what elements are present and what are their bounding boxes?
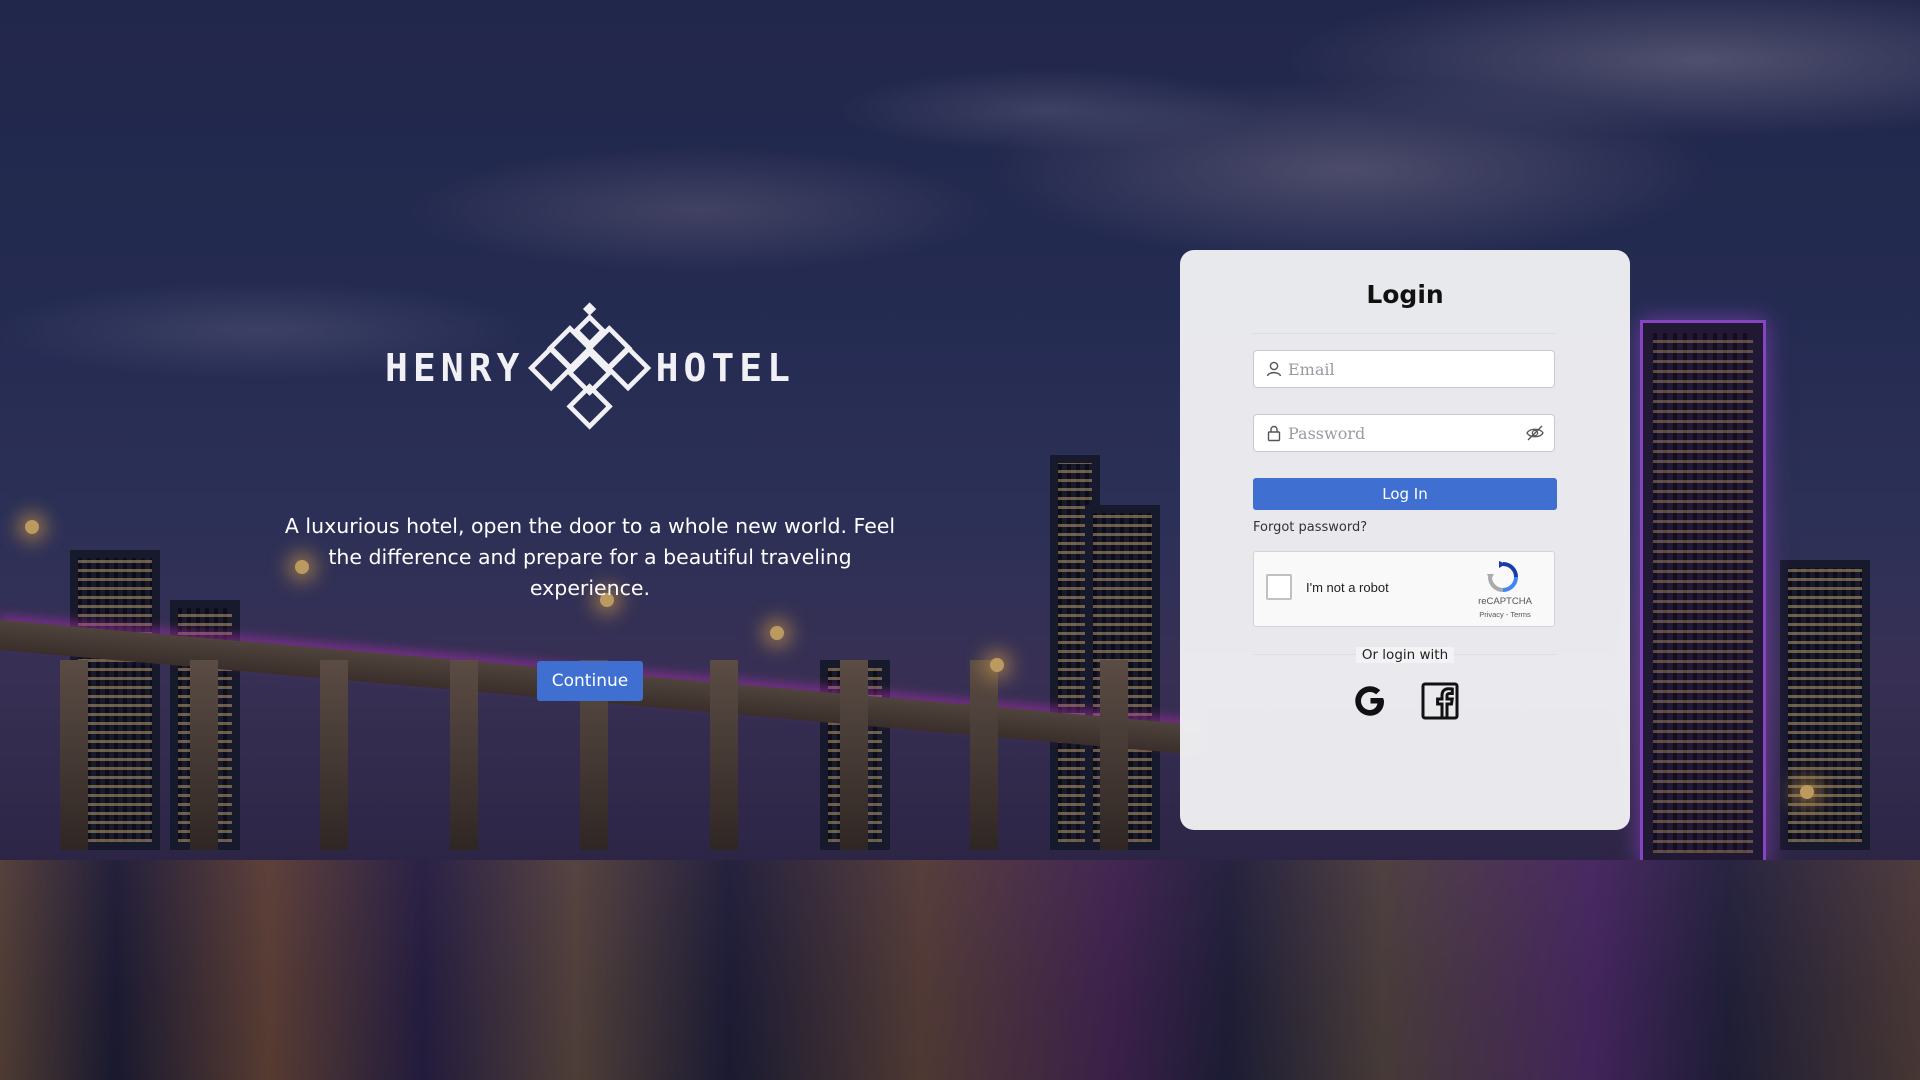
password-field[interactable]	[1253, 414, 1555, 452]
facebook-icon[interactable]	[1420, 681, 1460, 721]
hero-section: HENRY HOTEL A luxurious hotel, open the …	[0, 0, 1180, 1080]
google-icon[interactable]	[1350, 681, 1390, 721]
eye-slash-icon[interactable]	[1524, 422, 1546, 444]
or-login-with-label: Or login with	[1180, 647, 1630, 663]
password-input[interactable]	[1284, 415, 1524, 451]
recaptcha-brand: reCAPTCHA	[1478, 596, 1532, 607]
title-divider	[1253, 333, 1557, 334]
recaptcha-checkbox[interactable]	[1266, 574, 1292, 600]
recaptcha-widget: I'm not a robot reCAPTCHA Privacy - Term…	[1253, 551, 1555, 627]
hotel-logo: HENRY HOTEL	[385, 298, 795, 438]
continue-button[interactable]: Continue	[537, 661, 643, 701]
lock-icon	[1267, 425, 1281, 442]
user-icon	[1266, 361, 1282, 377]
recaptcha-icon	[1487, 561, 1518, 592]
recaptcha-label: I'm not a robot	[1306, 580, 1389, 595]
forgot-password-link[interactable]: Forgot password?	[1253, 520, 1367, 535]
email-field[interactable]	[1253, 350, 1555, 388]
hotel-logo-diamond-icon	[528, 302, 652, 430]
or-login-with-text: Or login with	[1355, 647, 1455, 663]
recaptcha-links[interactable]: Privacy - Terms	[1470, 610, 1540, 619]
email-input[interactable]	[1284, 351, 1554, 387]
logo-word-left: HENRY	[385, 346, 525, 390]
hero-tagline: A luxurious hotel, open the door to a wh…	[284, 513, 896, 600]
login-card: Login Log In Forgot password? I'm not a …	[1180, 250, 1630, 830]
login-button[interactable]: Log In	[1253, 478, 1557, 510]
login-title: Login	[1366, 280, 1444, 309]
logo-word-right: HOTEL	[655, 346, 795, 390]
